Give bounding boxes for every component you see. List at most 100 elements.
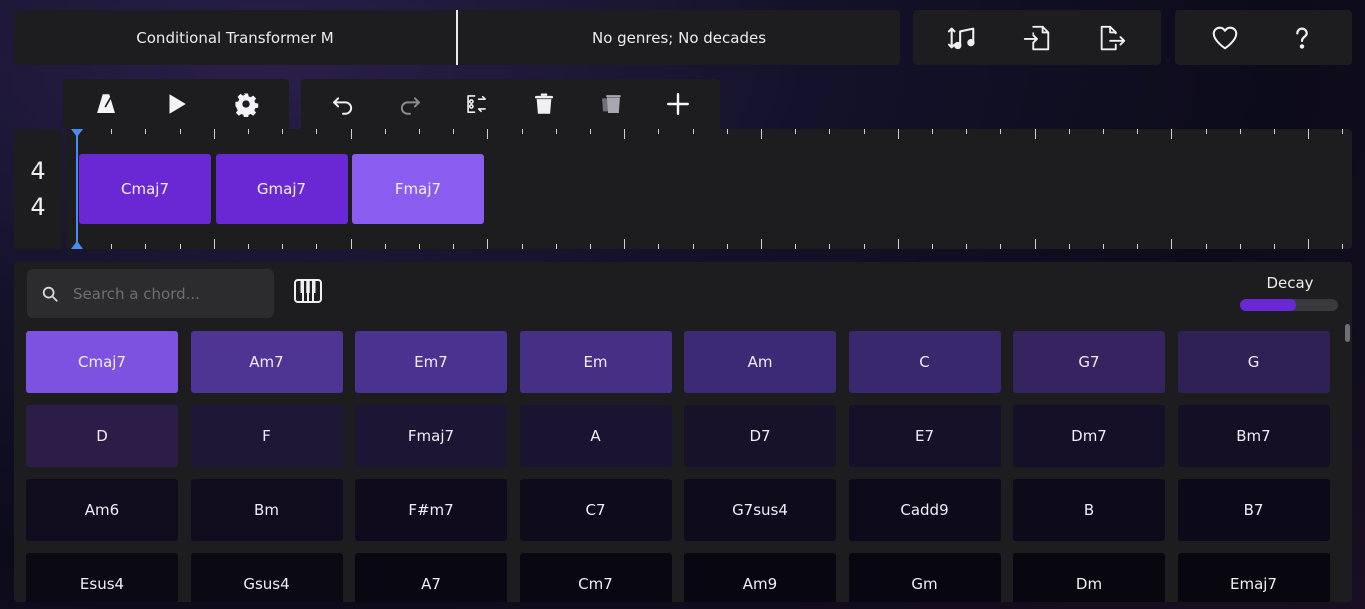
play-icon[interactable] [155,83,197,125]
chord-suggestion-cell[interactable]: Am9 [684,553,836,602]
trash-all-icon[interactable] [590,83,632,125]
decay-label: Decay [1266,274,1314,292]
ruler-tick [863,129,865,134]
genre-decade-filter[interactable]: No genres; No decades [458,10,900,65]
chord-suggestion-cell[interactable]: A [519,405,672,467]
chord-suggestion-cell[interactable]: Am6 [26,479,178,541]
ruler-tick [692,129,694,134]
chord-search-input[interactable] [73,284,253,303]
model-info-bar: Conditional Transformer M No genres; No … [14,10,900,65]
ruler-tick [932,129,933,134]
ruler-tick [966,244,968,249]
progression-chord-block[interactable]: Gmaj7 [215,154,348,224]
ruler-tick [1000,244,1002,249]
trash-icon[interactable] [523,83,565,125]
chord-search-box[interactable] [27,269,274,318]
ruler-tick [1342,244,1344,249]
replace-chord-icon[interactable] [456,83,498,125]
ruler-tick [624,239,626,249]
chord-suggestion-cell[interactable]: Cmaj7 [26,331,178,393]
undo-icon[interactable] [322,83,364,125]
ruler-tick [555,129,557,134]
gear-icon[interactable] [225,83,267,125]
ruler-tick [111,244,113,249]
chord-suggestion-cell[interactable]: Dm [1013,553,1165,602]
transpose-music-icon[interactable] [941,17,983,59]
ruler-tick [726,129,728,134]
model-name[interactable]: Conditional Transformer M [14,10,456,65]
chord-suggestion-grid: Cmaj7 Am7 Em7 Em Am C G7 G D F Fmaj7 A D7 E7 Dm7 Bm7 Am6… [26,331,1330,602]
chord-suggestion-cell[interactable]: A7 [355,553,507,602]
ruler-tick [316,244,318,249]
ruler-tick [1239,244,1241,249]
ruler-tick [1342,129,1344,134]
chord-suggestion-cell[interactable]: F#m7 [355,479,507,541]
chord-suggestion-cell[interactable]: Am7 [190,331,343,393]
chord-suggestion-cell[interactable]: Fmaj7 [355,405,507,467]
ruler-tick [521,244,523,249]
piano-keyboard-icon[interactable] [292,275,328,311]
chord-suggestion-cell[interactable]: C [848,331,1001,393]
ruler-tick [897,239,899,249]
chord-suggestion-cell[interactable]: G [1177,331,1330,393]
heart-icon[interactable] [1204,17,1246,59]
ruler-tick [419,244,420,249]
playhead[interactable] [71,129,83,249]
chord-suggestion-cell[interactable]: Bm [190,479,343,541]
import-file-icon[interactable] [1016,17,1058,59]
ruler-tick [1274,244,1275,249]
search-icon [42,286,58,302]
progression-chord-block[interactable]: Fmaj7 [352,154,484,224]
chord-suggestion-cell[interactable]: Dm7 [1013,405,1165,467]
chord-suggestions-panel: Decay Cmaj7Am7Em7EmAmCG7G DFFmaj7AD7E7Dm7… [14,262,1352,602]
chord-suggestion-cell[interactable]: Emaj7 [1177,553,1330,602]
chord-suggestion-cell[interactable]: Gm [848,553,1001,602]
decay-slider[interactable] [1240,299,1338,311]
ruler-tick [692,244,694,249]
chord-suggestion-cell[interactable]: D [26,405,178,467]
chord-suggestion-cell[interactable]: Cm7 [519,553,672,602]
ruler-tick [1068,129,1070,134]
chord-suggestion-cell[interactable]: B7 [1177,479,1330,541]
time-signature[interactable]: 4 4 [14,129,62,249]
chord-suggestion-cell[interactable]: Em [519,331,672,393]
ruler-tick [555,244,557,249]
scrollbar-thumb[interactable] [1345,324,1350,342]
chord-suggestion-cell[interactable]: Gsus4 [190,553,343,602]
ruler-tick [384,129,386,134]
progression-chord-block[interactable]: Cmaj7 [79,154,211,224]
chord-suggestion-cell[interactable]: Esus4 [26,553,178,602]
chord-suggestion-cell[interactable]: D7 [684,405,836,467]
ruler-tick [1137,244,1139,249]
metronome-icon[interactable] [85,83,127,125]
chord-suggestion-cell[interactable]: Am [684,331,836,393]
ruler-tick [761,239,762,249]
ruler-tick [590,244,591,249]
chord-suggestion-cell[interactable]: G7sus4 [684,479,836,541]
progression-timeline[interactable]: Cmaj7 Gmaj7 Fmaj7 [66,129,1352,249]
redo-icon[interactable] [389,83,431,125]
ruler-tick [179,244,181,249]
plus-icon[interactable] [657,83,699,125]
chord-suggestion-cell[interactable]: G7 [1013,331,1165,393]
ruler-tick [282,244,284,249]
ruler-tick [453,129,455,134]
decay-slider-fill [1240,299,1296,311]
ruler-tick [829,129,831,134]
chord-suggestion-cell[interactable]: C7 [519,479,672,541]
export-file-icon[interactable] [1091,17,1133,59]
ruler-tick [1274,129,1275,134]
chord-suggestion-cell[interactable]: Em7 [355,331,507,393]
question-icon[interactable] [1281,17,1323,59]
chord-suggestion-cell[interactable]: Cadd9 [848,479,1001,541]
ruler-tick [1103,244,1104,249]
chord-grid-scrollbar[interactable] [1345,324,1350,602]
ruler-tick [145,129,147,134]
chord-suggestion-cell[interactable]: Bm7 [1177,405,1330,467]
chord-suggestion-cell[interactable]: B [1013,479,1165,541]
ruler-tick [966,129,968,134]
ruler-tick [726,244,728,249]
ruler-tick [248,244,249,249]
chord-suggestion-cell[interactable]: F [190,405,343,467]
chord-suggestion-cell[interactable]: E7 [848,405,1001,467]
